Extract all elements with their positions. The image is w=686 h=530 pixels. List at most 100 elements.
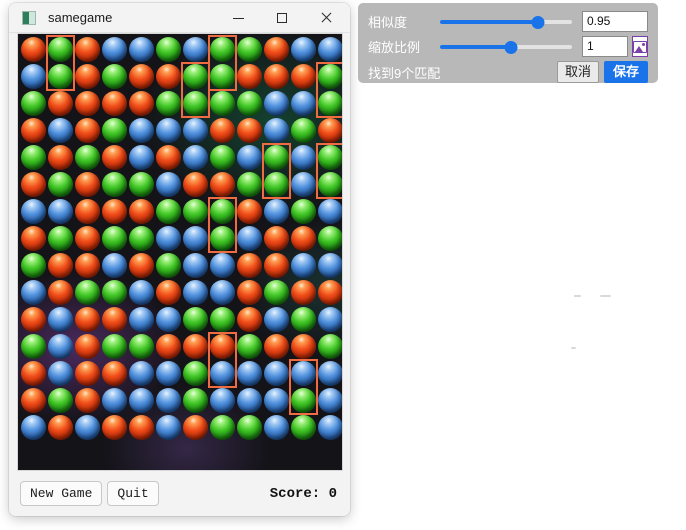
similarity-slider-thumb[interactable]: [531, 15, 545, 29]
ball-green[interactable]: [317, 145, 342, 170]
save-button[interactable]: 保存: [603, 60, 648, 84]
ball-red[interactable]: [101, 91, 127, 116]
ball-blue[interactable]: [182, 226, 208, 251]
ball-red[interactable]: [290, 64, 316, 89]
ball-blue[interactable]: [155, 361, 181, 386]
ball-green[interactable]: [47, 37, 73, 62]
ball-green[interactable]: [290, 415, 316, 440]
ball-green[interactable]: [47, 388, 73, 413]
minimize-button[interactable]: [216, 3, 260, 33]
ball-green[interactable]: [155, 253, 181, 278]
ball-red[interactable]: [290, 280, 316, 305]
ball-blue[interactable]: [317, 199, 342, 224]
ball-red[interactable]: [128, 91, 154, 116]
ball-green[interactable]: [182, 361, 208, 386]
ball-blue[interactable]: [128, 307, 154, 332]
ball-red[interactable]: [101, 307, 127, 332]
ball-blue[interactable]: [128, 145, 154, 170]
ball-green[interactable]: [128, 334, 154, 359]
ball-blue[interactable]: [128, 388, 154, 413]
ball-green[interactable]: [236, 172, 262, 197]
ball-red[interactable]: [128, 415, 154, 440]
ball-green[interactable]: [290, 118, 316, 143]
ball-green[interactable]: [74, 145, 100, 170]
ball-green[interactable]: [101, 280, 127, 305]
ball-red[interactable]: [263, 226, 289, 251]
ball-green[interactable]: [128, 172, 154, 197]
ball-blue[interactable]: [128, 361, 154, 386]
ball-red[interactable]: [101, 361, 127, 386]
ball-red[interactable]: [101, 415, 127, 440]
ball-red[interactable]: [263, 334, 289, 359]
ball-blue[interactable]: [101, 388, 127, 413]
ball-red[interactable]: [182, 334, 208, 359]
ball-blue[interactable]: [317, 415, 342, 440]
ball-green[interactable]: [209, 145, 235, 170]
ball-red[interactable]: [20, 118, 46, 143]
ball-blue[interactable]: [290, 91, 316, 116]
ball-blue[interactable]: [47, 361, 73, 386]
ball-green[interactable]: [182, 199, 208, 224]
ball-green[interactable]: [128, 226, 154, 251]
ball-red[interactable]: [74, 334, 100, 359]
ball-blue[interactable]: [128, 118, 154, 143]
ball-green[interactable]: [20, 145, 46, 170]
similarity-value-input[interactable]: 0.95: [582, 11, 648, 32]
ball-red[interactable]: [74, 307, 100, 332]
ball-blue[interactable]: [155, 388, 181, 413]
ball-green[interactable]: [317, 64, 342, 89]
ball-blue[interactable]: [236, 361, 262, 386]
scale-slider[interactable]: [440, 40, 572, 54]
ball-red[interactable]: [74, 91, 100, 116]
ball-red[interactable]: [236, 199, 262, 224]
ball-red[interactable]: [290, 226, 316, 251]
ball-blue[interactable]: [155, 307, 181, 332]
ball-blue[interactable]: [209, 280, 235, 305]
ball-green[interactable]: [182, 91, 208, 116]
ball-green[interactable]: [155, 91, 181, 116]
ball-green[interactable]: [182, 307, 208, 332]
ball-red[interactable]: [155, 334, 181, 359]
ball-red[interactable]: [74, 172, 100, 197]
ball-blue[interactable]: [263, 118, 289, 143]
ball-red[interactable]: [236, 280, 262, 305]
ball-blue[interactable]: [47, 118, 73, 143]
ball-blue[interactable]: [317, 361, 342, 386]
ball-blue[interactable]: [290, 37, 316, 62]
ball-blue[interactable]: [101, 37, 127, 62]
ball-red[interactable]: [47, 145, 73, 170]
ball-green[interactable]: [47, 64, 73, 89]
ball-red[interactable]: [47, 415, 73, 440]
ball-green[interactable]: [317, 91, 342, 116]
ball-red[interactable]: [74, 253, 100, 278]
ball-blue[interactable]: [128, 37, 154, 62]
ball-green[interactable]: [47, 226, 73, 251]
ball-green[interactable]: [101, 172, 127, 197]
ball-red[interactable]: [209, 172, 235, 197]
ball-blue[interactable]: [263, 199, 289, 224]
ball-red[interactable]: [236, 64, 262, 89]
ball-blue[interactable]: [182, 253, 208, 278]
ball-red[interactable]: [155, 145, 181, 170]
window-title-bar[interactable]: samegame: [9, 3, 350, 33]
ball-blue[interactable]: [20, 415, 46, 440]
ball-blue[interactable]: [236, 145, 262, 170]
ball-blue[interactable]: [236, 388, 262, 413]
ball-green[interactable]: [263, 145, 289, 170]
ball-green[interactable]: [236, 415, 262, 440]
ball-red[interactable]: [101, 199, 127, 224]
ball-blue[interactable]: [20, 199, 46, 224]
ball-red[interactable]: [20, 172, 46, 197]
ball-red[interactable]: [20, 226, 46, 251]
ball-red[interactable]: [209, 334, 235, 359]
ball-blue[interactable]: [290, 253, 316, 278]
ball-blue[interactable]: [74, 415, 100, 440]
ball-blue[interactable]: [263, 361, 289, 386]
ball-blue[interactable]: [20, 64, 46, 89]
ball-blue[interactable]: [182, 280, 208, 305]
ball-red[interactable]: [74, 361, 100, 386]
ball-blue[interactable]: [317, 37, 342, 62]
ball-red[interactable]: [101, 145, 127, 170]
ball-red[interactable]: [236, 118, 262, 143]
ball-red[interactable]: [74, 37, 100, 62]
